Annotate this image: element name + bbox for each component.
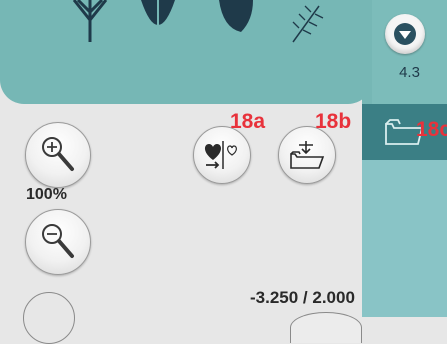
callout-label: 18c — [416, 118, 447, 141]
save-to-folder-icon — [290, 141, 325, 169]
version-label: 4.3 — [399, 64, 420, 81]
zoom-in-button[interactable] — [25, 122, 91, 188]
favorites-button[interactable] — [193, 126, 251, 184]
zoom-out-button[interactable] — [25, 209, 91, 275]
leaf-stitch-icon[interactable] — [133, 0, 183, 50]
favorite-toggle-icon — [204, 141, 237, 169]
chevron-down-icon — [394, 23, 416, 45]
zoom-level: 100% — [26, 186, 67, 203]
feather-stitch-icon[interactable] — [60, 0, 120, 50]
zoom-out-icon — [42, 224, 74, 258]
zoom-in-icon — [42, 137, 74, 171]
bottom-left-button[interactable] — [23, 292, 75, 344]
stitch-selection-panel — [0, 0, 372, 104]
leaf-stitch-icon[interactable] — [213, 0, 263, 50]
callout-label: 18a — [230, 110, 266, 133]
feather-outline-stitch-icon[interactable] — [283, 0, 333, 50]
dropdown-button[interactable] — [385, 14, 425, 54]
callout-label: 18b — [315, 110, 352, 133]
position-readout: -3.250 / 2.000 — [250, 288, 355, 307]
save-button[interactable] — [278, 126, 336, 184]
